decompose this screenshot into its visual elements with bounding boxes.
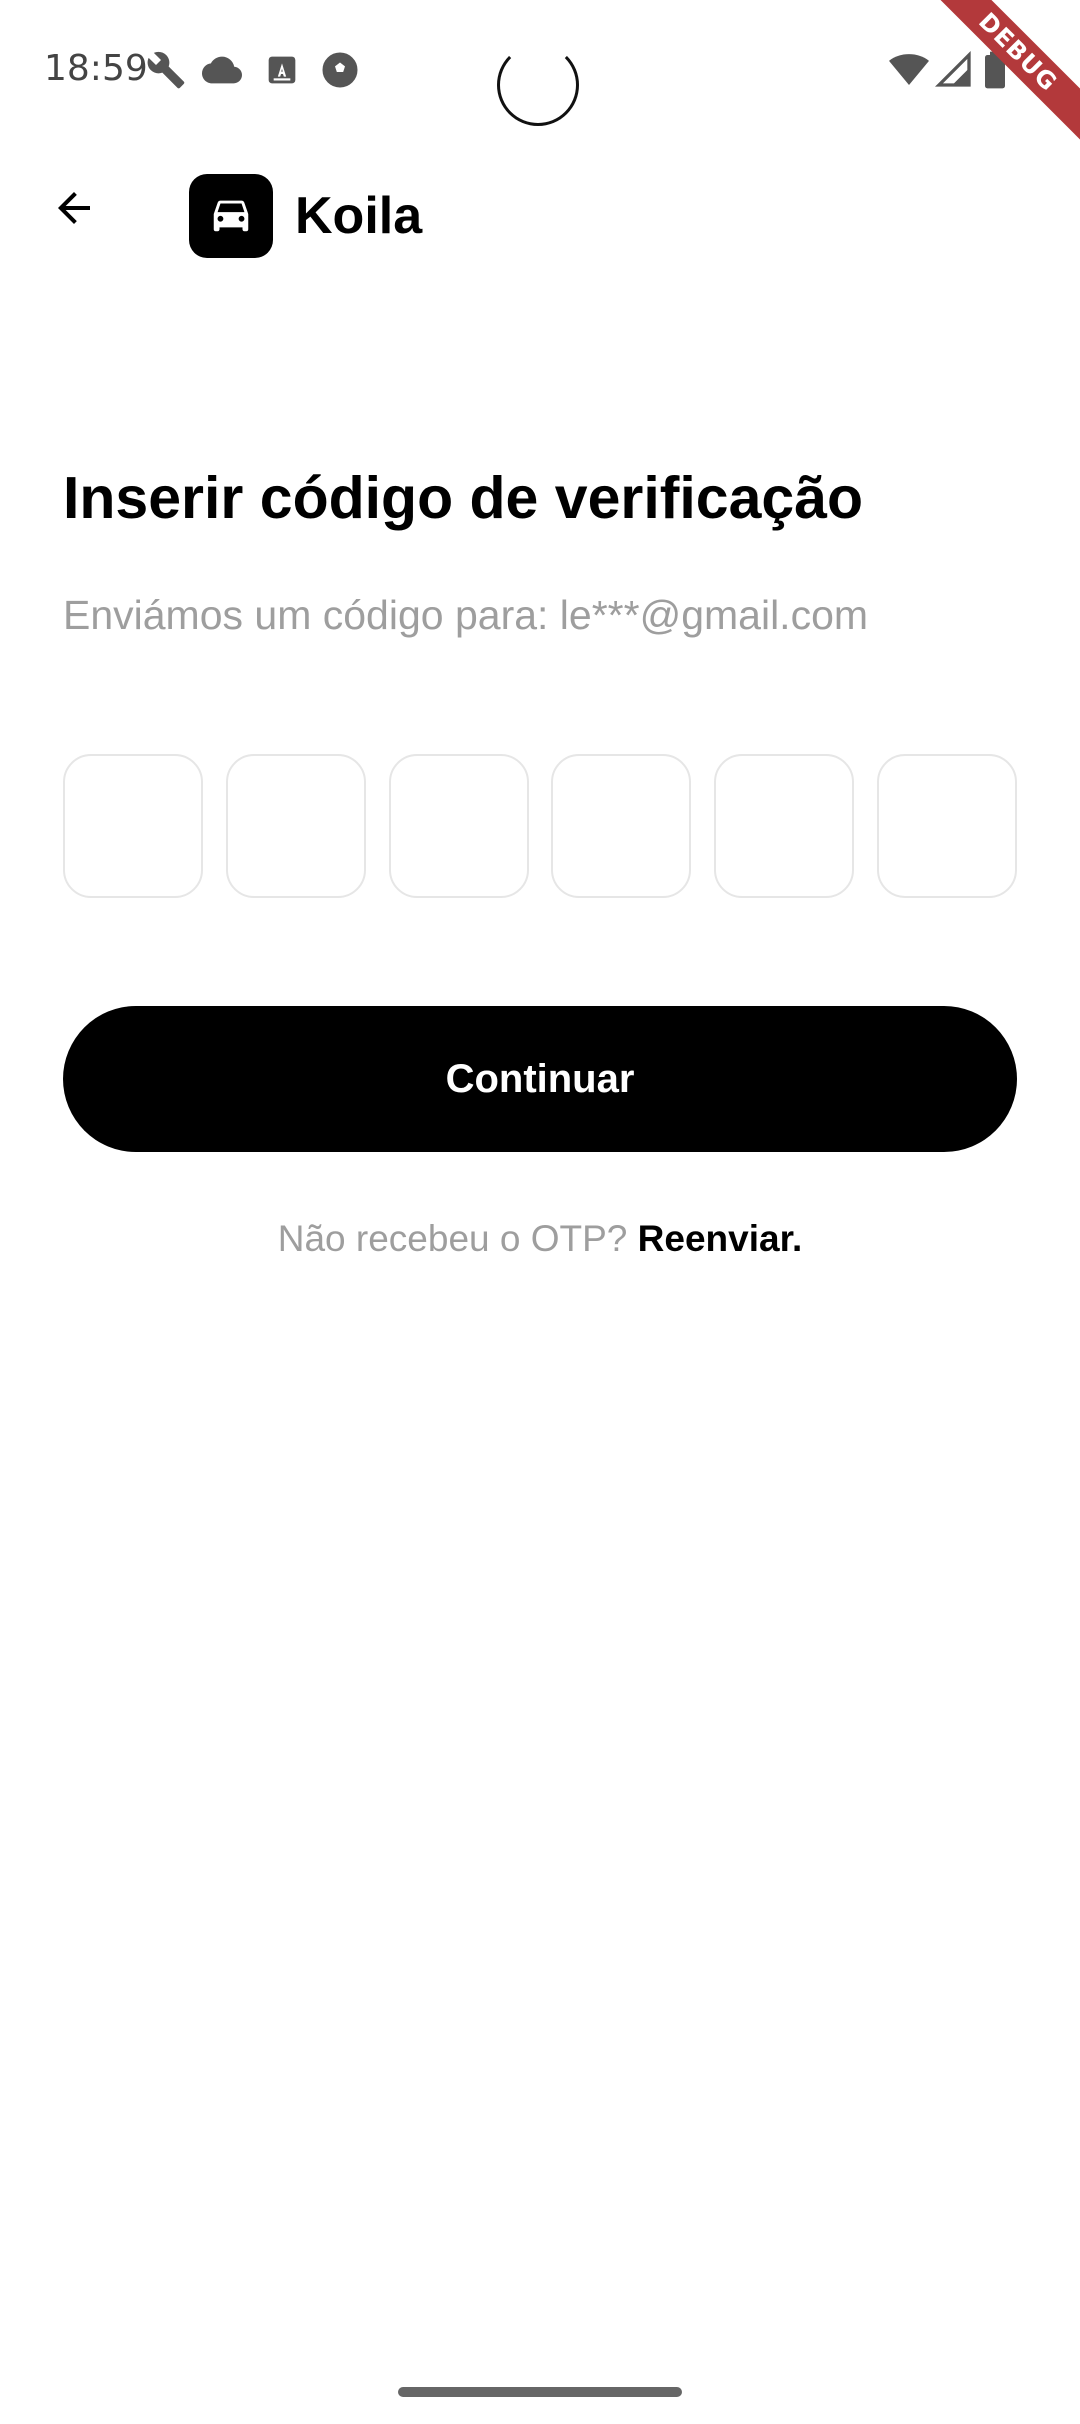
otp-digit-6[interactable] — [876, 754, 1017, 898]
status-bar: 18:59 DEBUG — [0, 0, 1080, 150]
otp-verification-screen: 18:59 DEBUG Koila Inserir código de veri… — [0, 0, 1080, 2424]
otp-digit-5[interactable] — [714, 754, 855, 898]
brand-logo — [189, 174, 273, 258]
otp-input-row — [63, 754, 1017, 898]
signal-icon — [934, 50, 974, 90]
camera-cutout — [497, 44, 579, 126]
wifi-icon — [888, 50, 929, 90]
arrow-left-icon — [50, 184, 98, 237]
resend-link[interactable]: Reenviar. — [638, 1218, 803, 1259]
status-time: 18:59 — [44, 48, 148, 89]
otp-digit-1[interactable] — [63, 754, 203, 898]
back-button[interactable] — [44, 180, 104, 240]
brand-name: Koila — [295, 187, 423, 245]
wrench-icon — [146, 50, 186, 90]
subtitle: Enviámos um código para: le***@gmail.com — [63, 592, 869, 638]
otp-digit-3[interactable] — [388, 754, 529, 898]
continue-button[interactable]: Continuar — [63, 1006, 1017, 1152]
soccer-ball-icon — [320, 50, 360, 90]
car-icon — [208, 191, 254, 242]
font-icon — [262, 50, 302, 90]
page-title: Inserir código de verificação — [63, 465, 864, 531]
home-indicator[interactable] — [398, 2387, 682, 2397]
resend-prompt: Não recebeu o OTP? — [277, 1218, 638, 1259]
resend-row: Não recebeu o OTP? Reenviar. — [0, 1218, 1080, 1260]
otp-digit-2[interactable] — [225, 754, 366, 898]
otp-digit-4[interactable] — [551, 754, 692, 898]
brand: Koila — [189, 174, 422, 258]
cloud-icon — [202, 50, 242, 90]
